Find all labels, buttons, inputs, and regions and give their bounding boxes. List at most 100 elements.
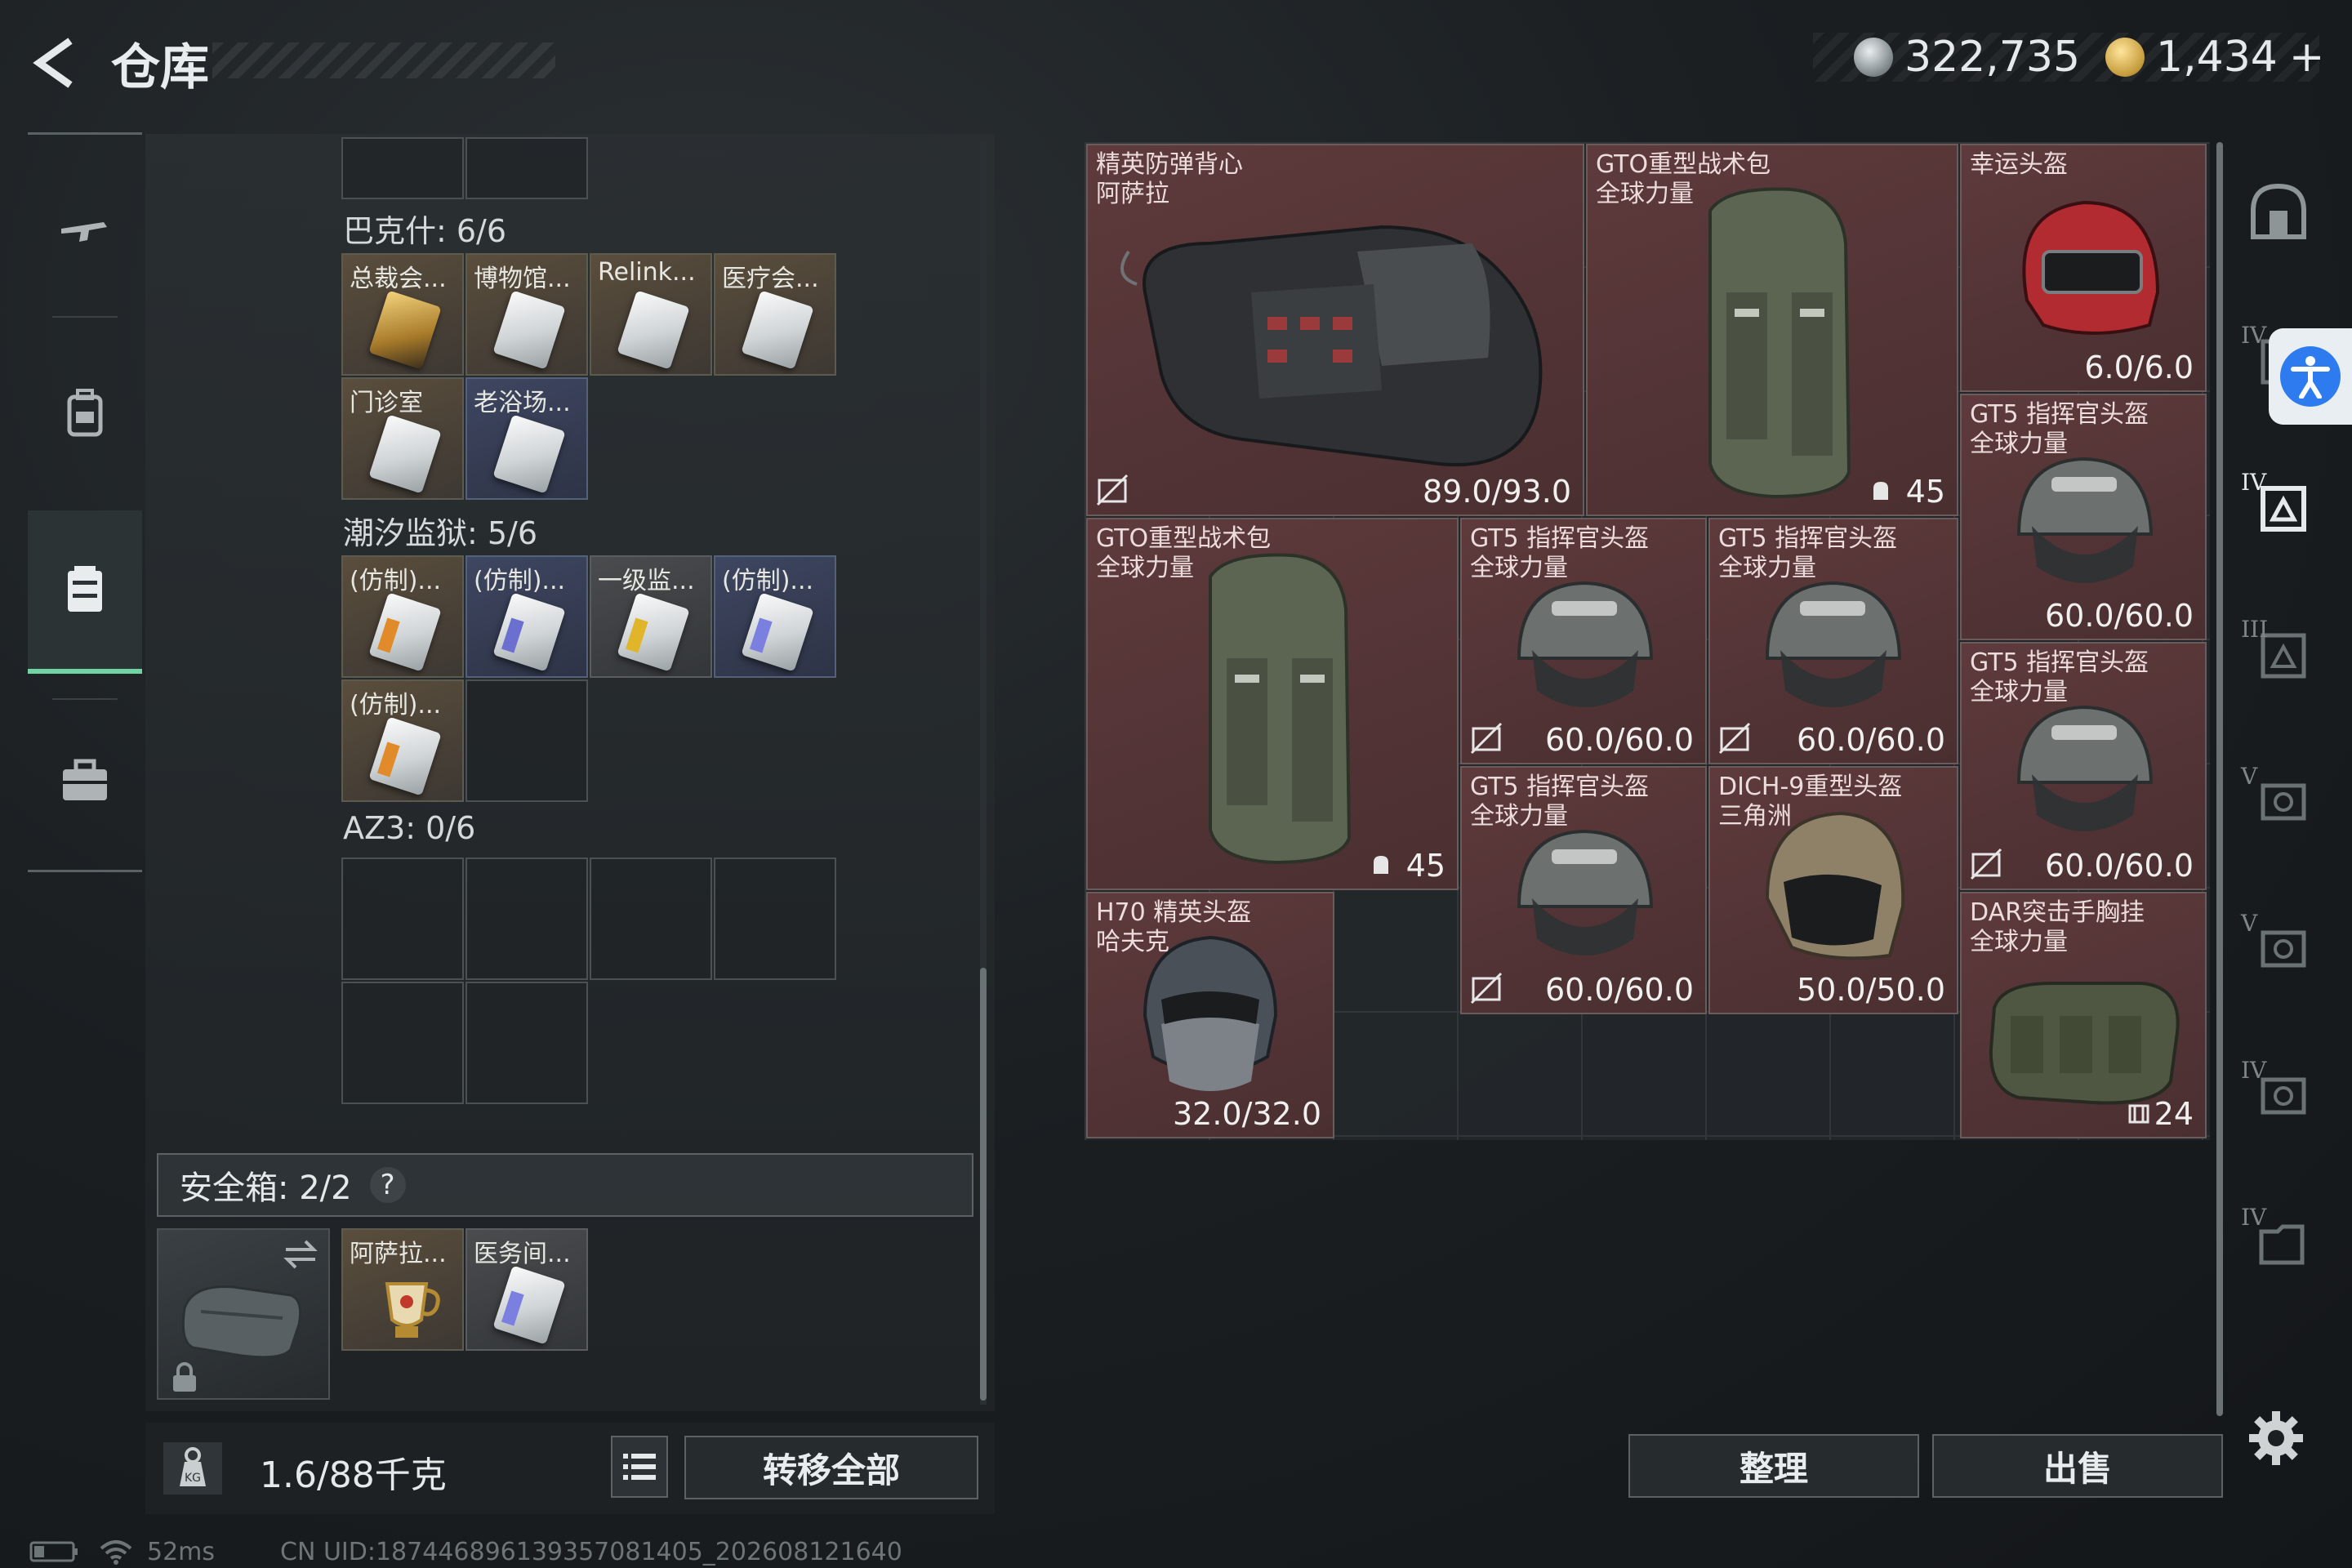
- no-insurance-icon: [1470, 722, 1503, 755]
- stash-item-helmet[interactable]: 幸运头盔 6.0/6.0: [1960, 144, 2207, 392]
- stash-item-chest-rig[interactable]: DAR突击手胸挂 全球力量 24: [1960, 892, 2207, 1138]
- add-gold-button[interactable]: +: [2289, 33, 2325, 82]
- item-name: GT5 指挥官头盔 全球力量: [1470, 773, 1650, 831]
- back-arrow-icon[interactable]: [28, 34, 85, 91]
- empty-slot[interactable]: [590, 858, 712, 980]
- transfer-all-button[interactable]: 转移全部: [684, 1436, 978, 1499]
- gold-cup-icon: [385, 1282, 440, 1338]
- stash-item-helmet[interactable]: GT5 指挥官头盔 全球力量 60.0/60.0: [1960, 642, 2207, 890]
- stash-item-helmet[interactable]: DICH-9重型头盔 三角洲 50.0/50.0: [1708, 766, 1958, 1014]
- keycard-item[interactable]: (仿制)...: [341, 679, 464, 802]
- empty-slot[interactable]: [466, 858, 588, 980]
- nav-briefcase[interactable]: [28, 698, 142, 862]
- keycard-item[interactable]: Relink...: [590, 253, 712, 376]
- keycard-item[interactable]: 老浴场...: [466, 377, 588, 500]
- stash-scrollbar[interactable]: [2216, 142, 2223, 1416]
- keycard-item[interactable]: (仿制)...: [341, 555, 464, 678]
- empty-slot[interactable]: [341, 858, 464, 980]
- lock-icon: [173, 1362, 196, 1392]
- item-name: GTO重型战术包 全球力量: [1596, 150, 1771, 208]
- empty-slot[interactable]: [466, 137, 588, 199]
- keycard-icon: [368, 592, 442, 672]
- valuable-item[interactable]: 阿萨拉...: [341, 1228, 464, 1351]
- tier-label: IV: [2241, 322, 2267, 349]
- item-label: 门诊室: [350, 389, 423, 417]
- tier-label: III: [2241, 616, 2269, 643]
- filter-tier-IV-b[interactable]: IV: [2230, 1024, 2328, 1163]
- filter-tier-IV-c[interactable]: IV: [2230, 1171, 2328, 1310]
- keycard-icon: [617, 290, 690, 370]
- nav-chest-rig[interactable]: [28, 510, 142, 674]
- stash-item-backpack[interactable]: GTO重型战术包 全球力量 45: [1086, 518, 1459, 890]
- tactical-helmet-icon: [1517, 829, 1654, 956]
- stash-item-helmet[interactable]: H70 精英头盔 哈夫克 32.0/32.0: [1086, 892, 1334, 1138]
- tier-label: V: [2241, 763, 2258, 790]
- empty-slot[interactable]: [466, 679, 588, 802]
- filter-tier-V-b[interactable]: V: [2230, 877, 2328, 1016]
- settings-gear-icon[interactable]: [2247, 1410, 2305, 1467]
- empty-slot[interactable]: [466, 982, 588, 1104]
- keycard-icon: [368, 290, 442, 370]
- svg-text:KG: KG: [185, 1472, 201, 1485]
- item-label: (仿制)...: [722, 567, 814, 595]
- gold-currency[interactable]: 1,434 +: [2105, 31, 2324, 83]
- stash-item-helmet[interactable]: GT5 指挥官头盔 全球力量 60.0/60.0: [1960, 394, 2207, 640]
- keycard-item[interactable]: 博物馆...: [466, 253, 588, 376]
- weight-icon: KG: [163, 1442, 222, 1494]
- help-icon[interactable]: ?: [369, 1167, 406, 1203]
- ping-value: 52ms: [147, 1537, 216, 1566]
- list-icon: [623, 1454, 656, 1480]
- capacity-icon: [2128, 1104, 2149, 1124]
- stash-item-helmet[interactable]: GT5 指挥官头盔 全球力量 60.0/60.0: [1460, 518, 1707, 764]
- filter-tier-III[interactable]: III: [2230, 583, 2328, 722]
- filter-home[interactable]: [2230, 142, 2328, 281]
- empty-slot[interactable]: [341, 137, 464, 199]
- keycard-icon: [368, 414, 442, 494]
- item-name: GT5 指挥官头盔 全球力量: [1970, 400, 2149, 458]
- durability-value: 60.0/60.0: [1796, 722, 1945, 758]
- keycard-item[interactable]: 医疗会...: [714, 253, 836, 376]
- nav-weapons[interactable]: [28, 151, 142, 314]
- list-view-button[interactable]: [611, 1436, 668, 1498]
- sort-button[interactable]: 整理: [1628, 1434, 1919, 1498]
- backpack-item-icon: [1708, 187, 1851, 499]
- empty-slot[interactable]: [714, 858, 836, 980]
- no-insurance-icon: [1970, 848, 2002, 880]
- capacity-icon: [1374, 856, 1388, 874]
- filter-tier-V-a[interactable]: V: [2230, 730, 2328, 869]
- keycard-item[interactable]: (仿制)...: [714, 555, 836, 678]
- stash-item-helmet[interactable]: GT5 指挥官头盔 全球力量 60.0/60.0: [1460, 766, 1707, 1014]
- filter-tier-IV-active[interactable]: IV: [2230, 436, 2328, 575]
- item-name: GT5 指挥官头盔 全球力量: [1718, 524, 1898, 582]
- keycard-item[interactable]: (仿制)...: [466, 555, 588, 678]
- left-nav: [28, 132, 142, 872]
- capacity-value: 45: [1405, 848, 1446, 884]
- safebox-container[interactable]: [157, 1228, 330, 1400]
- backpack-scrollbar-thumb[interactable]: [980, 968, 987, 1401]
- keycard-item[interactable]: 总裁会...: [341, 253, 464, 376]
- page-title: 仓库: [111, 39, 209, 96]
- durability-value: 60.0/60.0: [1544, 722, 1694, 758]
- stash-item-helmet[interactable]: GT5 指挥官头盔 全球力量 60.0/60.0: [1708, 518, 1958, 764]
- no-insurance-icon: [1718, 722, 1751, 755]
- stash-item-vest[interactable]: 精英防弹背心 阿萨拉 89.0/93.0: [1086, 144, 1584, 516]
- armor-vest-icon: [1120, 225, 1543, 467]
- sell-button[interactable]: 出售: [1932, 1434, 2223, 1498]
- tier-label: V: [2241, 910, 2258, 937]
- nav-backpack[interactable]: [28, 331, 142, 494]
- chest-rig-icon: [68, 566, 102, 612]
- keycard-item[interactable]: 一级监...: [590, 555, 712, 678]
- tactical-helmet-icon: [1517, 581, 1654, 707]
- accessibility-button[interactable]: [2269, 328, 2352, 425]
- empty-slot[interactable]: [341, 982, 464, 1104]
- keycard-item[interactable]: 医务间...: [466, 1228, 588, 1351]
- backpack-icon: [67, 389, 103, 437]
- capacity-icon: [1873, 482, 1888, 500]
- stash-item-backpack[interactable]: GTO重型战术包 全球力量 45: [1586, 144, 1958, 516]
- keycard-icon: [741, 592, 814, 672]
- swap-icon[interactable]: [281, 1238, 320, 1271]
- home-filter-icon: [2251, 183, 2306, 239]
- item-label: 一级监...: [598, 567, 695, 595]
- safebox-header: 安全箱: 2/2 ?: [157, 1153, 973, 1217]
- keycard-item[interactable]: 门诊室: [341, 377, 464, 500]
